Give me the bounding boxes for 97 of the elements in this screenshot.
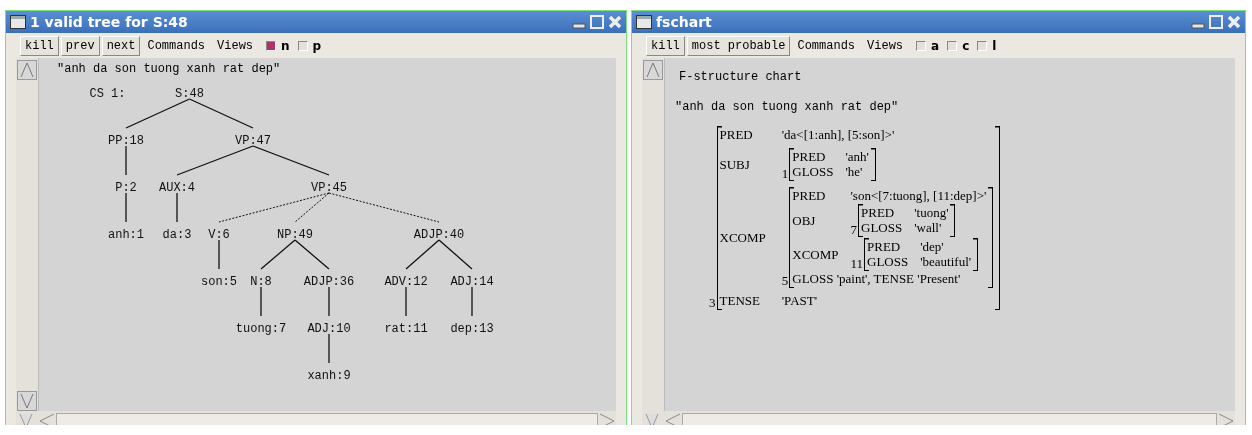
feature-name: GLOSS [867, 255, 909, 269]
feature-value: 'dep' [920, 240, 945, 254]
feature-name: PRED [861, 206, 896, 220]
feature-name: GLOSS [861, 221, 903, 235]
window-title: fschart [656, 14, 712, 30]
close-icon[interactable] [608, 15, 622, 29]
tree-node-label: ADJ:14 [450, 275, 494, 289]
tree-node-label: V:6 [208, 228, 230, 242]
scroll-right-icon[interactable] [598, 412, 616, 425]
tree-node-label: VP:45 [311, 181, 347, 195]
window-title: 1 valid tree for S:48 [30, 14, 188, 30]
maximize-icon[interactable] [590, 15, 604, 29]
toolbar-button[interactable]: kill [20, 35, 59, 56]
tree-node-label: ADJ:10 [307, 322, 351, 336]
feature-value: 'anh' [845, 150, 869, 164]
tree-node-label: PP:18 [108, 134, 144, 148]
toolbar-button[interactable]: kill [646, 35, 685, 56]
toolbar-button[interactable]: most probable [686, 35, 791, 56]
window-icon [10, 15, 26, 29]
tree-node-label: NP:49 [277, 228, 313, 242]
sentence-text: "anh da son tuong xanh rat dep" [674, 99, 900, 114]
tree-node-label: ADV:12 [384, 275, 428, 289]
scroll-up-icon[interactable] [643, 60, 663, 80]
tree-node-label: ADJP:36 [303, 275, 355, 289]
sentence-text: "anh da son tuong xanh rat dep" [56, 61, 282, 76]
feature-name: XCOMP [792, 247, 839, 262]
checkbox[interactable] [916, 40, 927, 51]
tree-caption: CS 1: [89, 87, 126, 101]
tree-node-label: tuong:7 [235, 322, 287, 336]
window-icon [636, 15, 652, 29]
tree-node-label: xanh:9 [307, 369, 351, 383]
tree-node-label: N:8 [250, 275, 272, 289]
feature-value: 'da<[1:anh], [5:son]>' [781, 128, 896, 142]
checkbox-label: c [962, 38, 970, 53]
feature-name: PRED [867, 240, 902, 254]
menu-item[interactable]: Views [862, 38, 909, 53]
checkbox-label: p [312, 38, 322, 53]
tree-branch [188, 98, 254, 129]
structure-index: 5 [781, 274, 789, 288]
tree-node-label: AUX:4 [159, 181, 195, 195]
checkbox[interactable] [297, 40, 308, 51]
checkbox[interactable] [266, 40, 277, 51]
toolbar-button[interactable]: prev [60, 35, 100, 56]
vertical-scrollbar[interactable] [642, 58, 665, 411]
tree-node-label: VP:47 [235, 134, 271, 148]
horizontal-scrollbar[interactable] [16, 411, 616, 425]
close-icon[interactable] [1227, 15, 1241, 29]
checkbox[interactable] [947, 40, 958, 51]
feature-name: OBJ [792, 213, 817, 228]
feature-line: GLOSS 'paint', TENSE 'Present' [792, 272, 962, 286]
feature-name: GLOSS [792, 165, 834, 179]
scroll-right-icon[interactable] [1217, 412, 1235, 425]
feature-name: TENSE [719, 294, 761, 308]
tree-node-label: anh:1 [108, 228, 144, 242]
tree-node-label: P:2 [115, 181, 137, 195]
scroll-down-icon[interactable] [17, 391, 37, 411]
checkbox-label: n [281, 38, 290, 53]
scroll-left-icon[interactable] [38, 412, 56, 425]
structure-index: 3 [709, 296, 716, 310]
tree-branch [260, 239, 296, 270]
feature-name: PRED [792, 189, 827, 203]
tree-branch [294, 239, 330, 270]
structure-index: 11 [850, 257, 864, 271]
structure-index: 7 [850, 223, 857, 237]
feature-value: 'wall' [914, 221, 943, 235]
chart-heading: F-structure chart [678, 69, 803, 84]
tree-node-label: son:5 [201, 275, 237, 289]
feature-name: SUBJ [719, 157, 751, 172]
menu-item[interactable]: Views [212, 38, 259, 53]
feature-value: 'son<[7:tuong], [11:dep]>' [850, 189, 987, 203]
scroll-left-icon[interactable] [664, 412, 682, 425]
checkbox-label: l [992, 38, 997, 53]
scroll-up-icon[interactable] [17, 60, 37, 80]
feature-name: PRED [719, 128, 754, 142]
feature-name: XCOMP [719, 230, 766, 245]
tree-branch [438, 239, 473, 270]
tree-node-label: dep:13 [450, 322, 494, 336]
tree-node-label: ADJP:40 [413, 228, 465, 242]
menu-item[interactable]: Commands [142, 38, 211, 53]
maximize-icon[interactable] [1209, 15, 1223, 29]
feature-value: 'tuong' [914, 206, 949, 220]
tree-branch [125, 98, 191, 129]
tree-branch [405, 239, 440, 270]
vertical-scrollbar[interactable] [16, 58, 39, 411]
horizontal-scrollbar[interactable] [642, 411, 1235, 425]
feature-name: PRED [792, 150, 827, 164]
feature-value: 'he' [845, 165, 864, 179]
tree-node-label: da:3 [162, 228, 192, 242]
menu-item[interactable]: Commands [792, 38, 861, 53]
tree-node-label: S:48 [175, 87, 204, 101]
tree-node-label: rat:11 [384, 322, 428, 336]
checkbox-label: a [931, 38, 940, 53]
toolbar-button[interactable]: next [101, 35, 141, 56]
structure-index: 1 [781, 167, 789, 181]
feature-value: 'beautiful' [920, 255, 972, 269]
feature-value: 'PAST' [781, 294, 819, 308]
checkbox[interactable] [977, 40, 988, 51]
